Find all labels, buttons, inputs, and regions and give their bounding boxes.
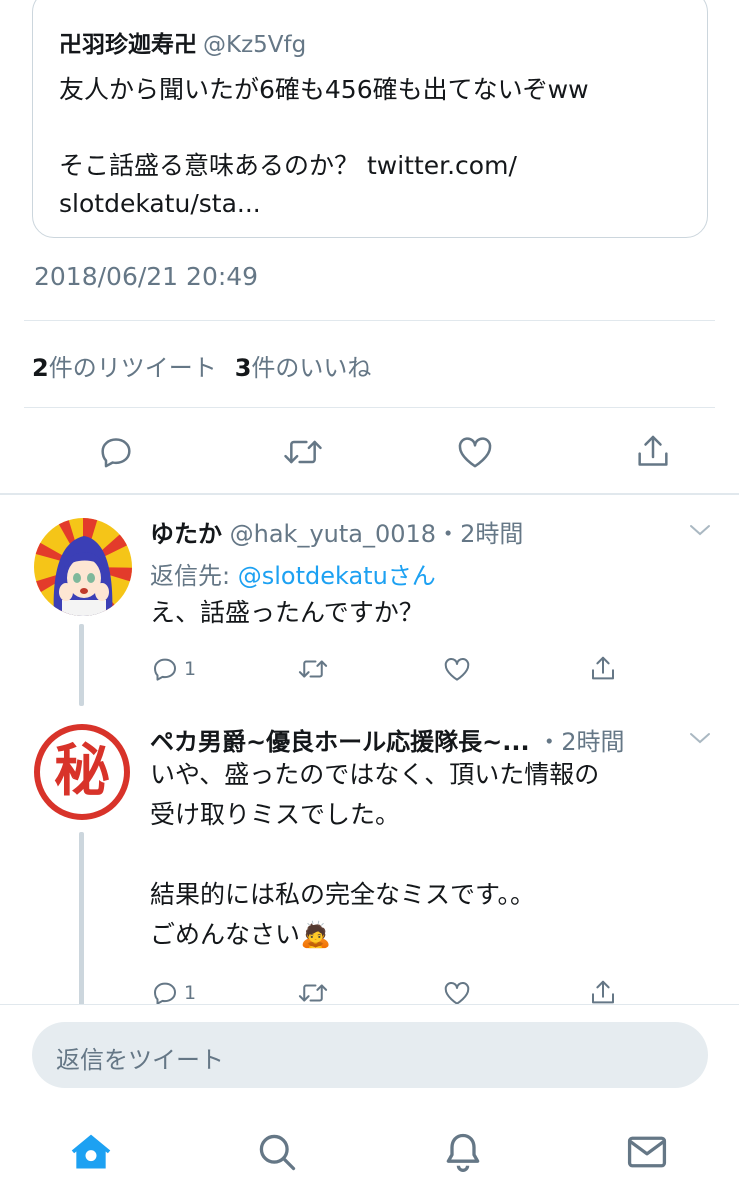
share-button[interactable] — [588, 654, 618, 684]
section-divider — [0, 493, 739, 495]
tweet-timestamp: 2018/06/21 20:49 — [34, 262, 259, 291]
tweet-stats: 2件のリツイート 3件のいいね — [32, 348, 371, 383]
tweet-actions — [96, 432, 673, 472]
retweet-stat[interactable]: 2件のリツイート — [32, 354, 217, 382]
reply-to-user-link[interactable]: @slotdekatu — [238, 562, 388, 590]
home-icon — [68, 1134, 114, 1178]
like-button[interactable] — [455, 432, 495, 472]
quoted-tweet-text: 友人から聞いたが6確も456確も出てないぞww そこ話盛る意味あるのか？ twi… — [59, 75, 589, 218]
like-button[interactable] — [442, 654, 588, 684]
share-button[interactable] — [633, 432, 673, 472]
tweet-menu-button[interactable] — [688, 522, 712, 542]
search-icon — [254, 1134, 300, 1178]
avatar[interactable] — [34, 518, 132, 616]
reply-tweet[interactable]: ゆたか @hak_yuta_0018・2時間 返信先: @slotdekatuさ… — [0, 496, 739, 706]
like-stat-label: 件のいいね — [251, 354, 372, 382]
tab-notifications[interactable] — [440, 1130, 486, 1178]
like-icon — [442, 654, 472, 684]
compose-placeholder: 返信をツイート — [56, 1046, 224, 1074]
tab-search[interactable] — [254, 1130, 300, 1178]
retweet-icon — [281, 432, 325, 472]
like-stat[interactable]: 3件のいいね — [235, 354, 372, 382]
messages-icon — [624, 1136, 670, 1178]
retweet-icon — [296, 654, 330, 684]
reply-count: 1 — [184, 658, 197, 680]
retweet-button[interactable] — [296, 654, 442, 684]
tab-home[interactable] — [68, 1130, 114, 1178]
reply-compose-input[interactable]: 返信をツイート — [32, 1022, 708, 1088]
retweet-count: 2 — [32, 354, 49, 382]
reply-actions: 1 — [150, 654, 618, 684]
reply-header: ゆたか @hak_yuta_0018・2時間 — [150, 514, 523, 549]
separator: ・ — [537, 728, 562, 756]
share-icon — [633, 432, 673, 472]
tab-messages[interactable] — [624, 1130, 670, 1178]
quoted-author-name: 卍羽珍迦寿卍 — [59, 32, 197, 58]
thread-line — [79, 832, 84, 1006]
reply-tweet[interactable]: 秘 ペカ男爵~優良ホール応援隊長~... ・2時間 いや、盛ったのではなく、頂い… — [0, 706, 739, 1006]
avatar[interactable]: 秘 — [32, 722, 132, 822]
author-name[interactable]: ゆたか — [150, 520, 222, 548]
reply-header: ペカ男爵~優良ホール応援隊長~... ・2時間 — [150, 722, 625, 757]
reply-count: 1 — [184, 982, 197, 1004]
separator: ・ — [436, 520, 461, 548]
divider — [24, 407, 715, 408]
reply-time: 2時間 — [460, 520, 524, 548]
quoted-author-handle: @Kz5Vfg — [203, 32, 307, 58]
avatar-seal-character: 秘 — [54, 739, 110, 804]
reply-to-suffix: さん — [387, 562, 436, 590]
thread-line — [79, 624, 84, 706]
reply-icon — [96, 432, 136, 472]
reply-to-prefix: 返信先: — [150, 562, 238, 590]
bottom-tab-bar — [0, 1122, 739, 1182]
like-count: 3 — [234, 354, 252, 382]
tweet-menu-button[interactable] — [688, 730, 712, 750]
reply-to-line: 返信先: @slotdekatuさん — [150, 556, 436, 591]
reply-text: いや、盛ったのではなく、頂いた情報の 受け取りミスでした。 結果的には私の完全な… — [150, 760, 600, 949]
reply-icon — [150, 654, 180, 684]
share-icon — [588, 654, 618, 684]
author-name[interactable]: ペカ男爵~優良ホール応援隊長~... — [150, 728, 530, 756]
chevron-down-icon — [688, 523, 712, 542]
reply-time: 2時間 — [561, 728, 625, 756]
reply-text: え、話盛ったんですか？ — [150, 598, 424, 627]
reply-button[interactable] — [96, 432, 136, 472]
chevron-down-icon — [688, 731, 712, 750]
author-handle[interactable]: @hak_yuta_0018 — [230, 520, 436, 548]
retweet-button[interactable] — [281, 432, 325, 472]
notifications-icon — [440, 1133, 486, 1178]
divider — [24, 320, 715, 321]
retweet-stat-label: 件のリツイート — [48, 354, 217, 382]
reply-button[interactable]: 1 — [150, 654, 296, 684]
quoted-tweet-card[interactable]: 卍羽珍迦寿卍 @Kz5Vfg 友人から聞いたが6確も456確も出てないぞww そこ… — [32, 0, 708, 238]
quoted-tweet-header: 卍羽珍迦寿卍 @Kz5Vfg — [59, 25, 306, 59]
like-icon — [455, 432, 495, 472]
